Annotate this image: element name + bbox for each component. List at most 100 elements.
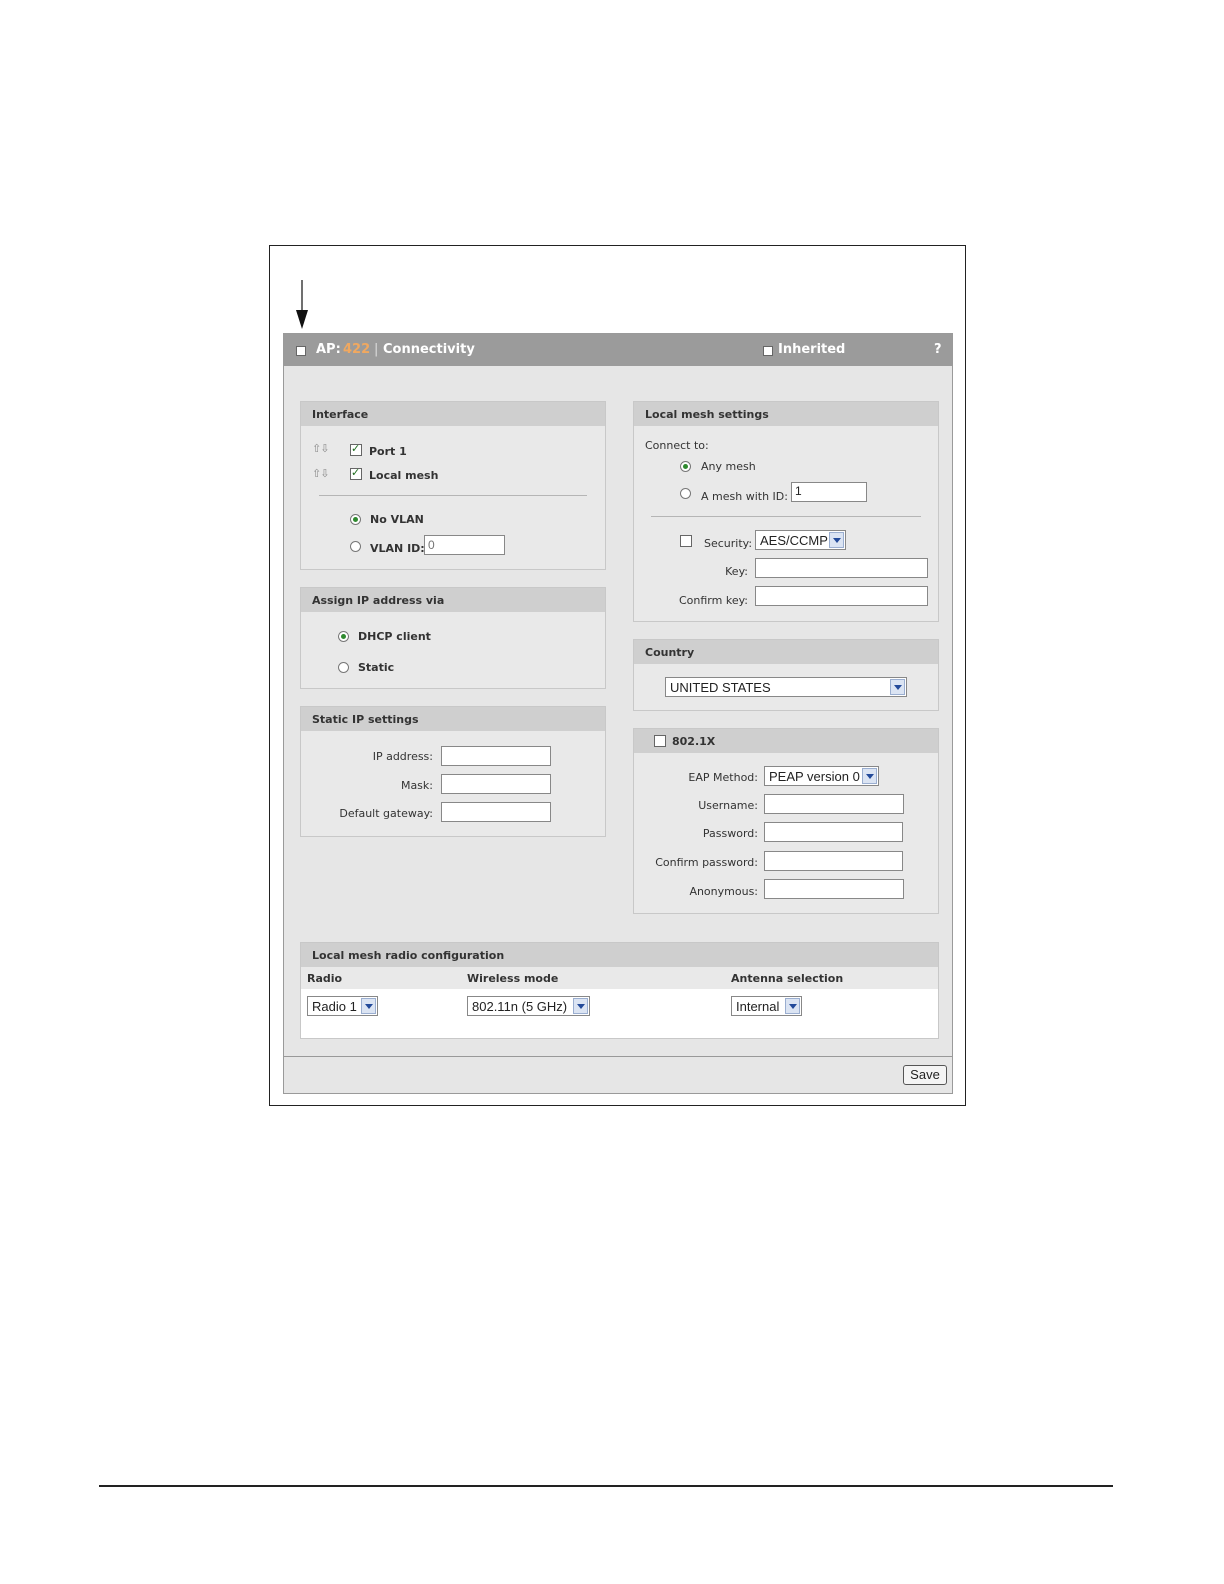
security-label: Security: [704,537,753,550]
security-value: AES/CCMP [760,533,828,548]
mesh-separator [651,516,921,517]
wireless-mode-value: 802.11n (5 GHz) [472,999,568,1014]
eap-method-label: EAP Method: [688,771,758,784]
interface-title: Interface [312,408,369,421]
eap-method-value: PEAP version 0 [769,769,860,784]
mask-input[interactable] [441,774,551,794]
help-icon[interactable]: ? [934,342,942,357]
any-mesh-label: Any mesh [701,460,756,473]
assign-ip-header: Assign IP address via [301,588,605,612]
ap-prefix: AP: [316,342,341,357]
no-vlan-radio[interactable] [350,514,361,525]
chevron-down-icon [862,768,877,784]
radio-config-header: Local mesh radio configuration [301,943,938,967]
radio-config-row: Radio 1 802.11n (5 GHz) Internal [301,989,938,1038]
dot1x-checkbox[interactable] [654,735,666,747]
country-panel: Country UNITED STATES [633,639,939,711]
footer-divider [284,1056,952,1057]
local-mesh-panel: Local mesh settings Connect to: Any mesh… [633,401,939,622]
chevron-down-icon [573,998,588,1014]
mesh-status-icon: ⇧⇩ [312,467,329,480]
radio-config-title: Local mesh radio configuration [312,949,505,962]
country-header: Country [634,640,938,664]
radio-select[interactable]: Radio 1 [307,996,378,1016]
dot1x-header: 802.1X [634,729,938,753]
interface-panel: Interface ⇧⇩ Port 1 ⇧⇩ Local mesh No VLA… [300,401,606,570]
pointer-arrow-icon [296,280,308,329]
assign-ip-panel: Assign IP address via DHCP client Static [300,587,606,689]
default-gateway-input[interactable] [441,802,551,822]
key-label: Key: [725,565,748,578]
default-gateway-label: Default gateway: [339,807,433,820]
radio-value: Radio 1 [312,999,357,1014]
col-wireless-mode-header: Wireless mode [467,972,559,985]
dot1x-title: 802.1X [672,735,716,748]
local-mesh-checkbox[interactable] [350,466,362,480]
chevron-down-icon [361,998,376,1014]
static-ip-header: Static IP settings [301,707,605,731]
title-divider: | [374,342,379,357]
static-radio[interactable] [338,662,349,673]
assign-ip-title: Assign IP address via [312,594,445,607]
static-ip-panel: Static IP settings IP address: Mask: Def… [300,706,606,837]
mesh-with-id-label: A mesh with ID: [701,490,788,503]
password-label: Password: [702,827,758,840]
confirm-key-input[interactable] [755,586,928,606]
ip-address-input[interactable] [441,746,551,766]
username-label: Username: [698,799,758,812]
port-status-icon: ⇧⇩ [312,442,329,455]
dhcp-client-radio[interactable] [338,631,349,642]
ap-number: 422 [343,342,371,357]
no-vlan-label: No VLAN [370,513,424,526]
confirm-password-input[interactable] [764,851,903,871]
anonymous-input[interactable] [764,879,904,899]
dot1x-panel: 802.1X EAP Method: PEAP version 0 Userna… [633,728,939,914]
inherited-label: Inherited [778,342,846,357]
local-mesh-header: Local mesh settings [634,402,938,426]
static-label: Static [358,661,395,674]
page-title: Connectivity [383,342,475,357]
local-mesh-title: Local mesh settings [645,408,769,421]
username-input[interactable] [764,794,904,814]
static-ip-title: Static IP settings [312,713,419,726]
anonymous-label: Anonymous: [689,885,758,898]
country-title: Country [645,646,695,659]
chevron-down-icon [785,998,800,1014]
any-mesh-radio[interactable] [680,461,691,472]
local-mesh-label: Local mesh [369,469,439,482]
dhcp-client-label: DHCP client [358,630,431,643]
connectivity-window: AP: 422 | Connectivity Inherited ? Inter… [283,333,953,1094]
radio-config-panel: Local mesh radio configuration Radio Wir… [300,942,939,1039]
security-checkbox[interactable] [680,535,692,547]
country-value: UNITED STATES [670,680,771,695]
inherited-checkbox[interactable] [763,346,773,356]
confirm-password-label: Confirm password: [655,856,758,869]
vlan-id-label: VLAN ID: [370,542,425,555]
country-select[interactable]: UNITED STATES [665,677,907,697]
wireless-mode-select[interactable]: 802.11n (5 GHz) [467,996,590,1016]
select-checkbox[interactable] [296,346,306,356]
radio-config-column-headers: Radio Wireless mode Antenna selection [301,967,938,989]
vlan-id-radio[interactable] [350,541,361,552]
antenna-select[interactable]: Internal [731,996,802,1016]
chevron-down-icon [829,532,844,548]
eap-method-select[interactable]: PEAP version 0 [764,766,879,786]
port1-checkbox[interactable] [350,442,362,456]
title-bar: AP: 422 | Connectivity Inherited ? [284,334,952,366]
key-input[interactable] [755,558,928,578]
security-select[interactable]: AES/CCMP [755,530,846,550]
port1-label: Port 1 [369,445,407,458]
connect-to-label: Connect to: [645,439,709,452]
antenna-value: Internal [736,999,780,1014]
interface-separator [319,495,587,496]
mesh-with-id-radio[interactable] [680,488,691,499]
ip-address-label: IP address: [372,750,433,763]
password-input[interactable] [764,822,903,842]
mesh-id-input[interactable]: 1 [791,482,867,502]
page-bottom-rule [99,1485,1113,1487]
vlan-id-input[interactable] [424,535,505,555]
chevron-down-icon [890,679,905,695]
mask-label: Mask: [400,779,433,792]
save-button[interactable]: Save [903,1065,947,1085]
interface-header: Interface [301,402,605,426]
